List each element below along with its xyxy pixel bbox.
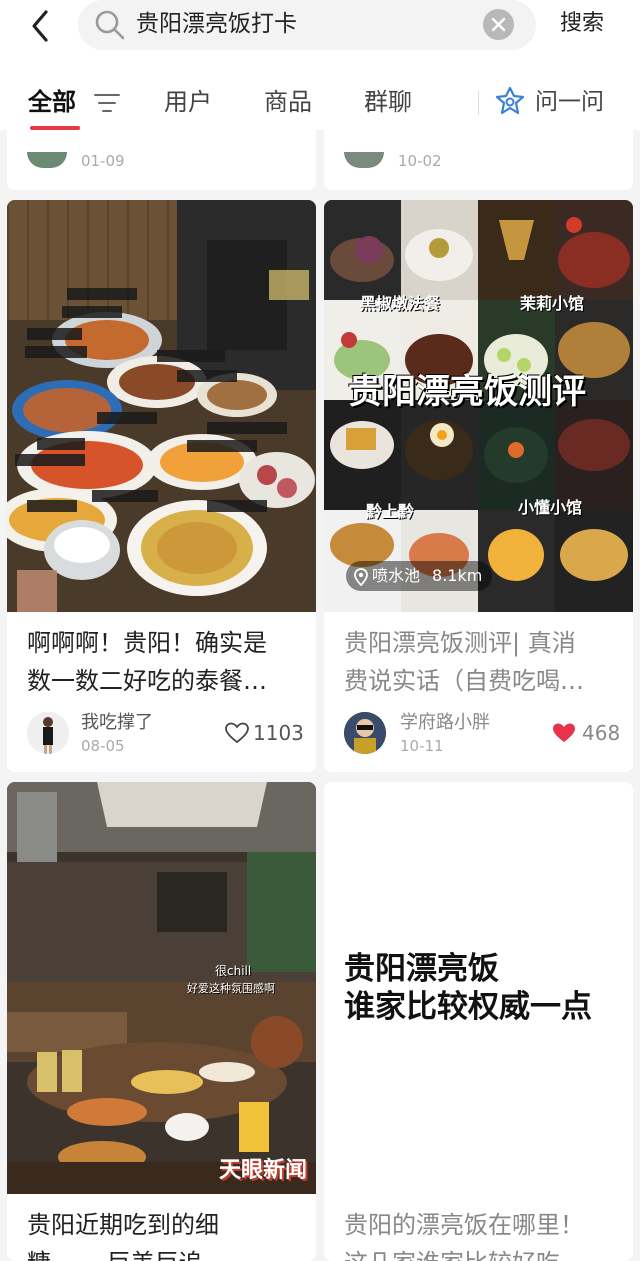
cover-label: 小懂小馆 [518, 498, 583, 517]
peek-card-left[interactable]: 01-09 [7, 130, 316, 190]
note-title-line: 糠…… 巨美巨追 [27, 1244, 300, 1261]
post-date: 08-05 [81, 737, 125, 755]
post-date: 01-09 [81, 152, 125, 170]
clear-search-button[interactable] [483, 9, 514, 40]
tab-divider [478, 91, 479, 115]
close-icon [491, 17, 506, 32]
note-title-line: 贵阳漂亮饭测评| 真消 [344, 629, 576, 657]
cover-overlay-title: 贵阳漂亮饭测评 [348, 372, 586, 412]
search-query-text: 贵阳漂亮饭打卡 [136, 11, 297, 37]
ask-button[interactable]: 问一问 [535, 82, 604, 122]
tab-group-chat[interactable]: 群聊 [364, 82, 412, 122]
location-pin-icon [354, 567, 368, 586]
top-bar: 贵阳漂亮饭打卡 搜索 全部 用户 商品 群聊 问一问 [0, 0, 640, 130]
like-count: 468 [582, 721, 621, 745]
cover-caption: 很chill [215, 964, 252, 978]
author-name[interactable]: 我吃撑了 [81, 712, 153, 734]
note-cover-image[interactable]: 贵阳漂亮饭测评 黑椒墩法餐 茉莉小馆 黔上黔 小懂小馆 [324, 200, 633, 612]
tab-users[interactable]: 用户 [164, 82, 212, 122]
cover-text-line: 谁家比较权威一点 [344, 989, 592, 1025]
note-title-line: 费说实话（自费吃喝… [344, 667, 584, 695]
author-name[interactable]: 学府路小胖 [400, 712, 490, 734]
note-cover-image[interactable]: 贵阳漂亮饭 谁家比较权威一点 [324, 782, 633, 1194]
peek-card-right[interactable]: 10-02 [324, 130, 633, 190]
cover-text-line: 贵阳漂亮饭 [344, 951, 499, 987]
tab-goods[interactable]: 商品 [264, 82, 312, 122]
like-heart-icon[interactable] [225, 722, 249, 744]
filter-icon[interactable] [94, 92, 120, 114]
note-card[interactable]: 贵阳漂亮饭 谁家比较权威一点 贵阳的漂亮饭在哪里！ 这几家谁家比较好吃 [324, 782, 633, 1261]
location-name: 喷水池 [372, 566, 421, 585]
food-photo [7, 200, 316, 612]
note-card[interactable]: 很chill 好爱这种氛围感啊 天眼新闻 贵阳近期吃到的细 糠…… 巨美巨追 [7, 782, 316, 1261]
search-icon [95, 10, 125, 40]
person-avatar-icon [344, 712, 386, 754]
note-title[interactable]: 贵阳漂亮饭测评| 真消 费说实话（自费吃喝… [344, 624, 617, 700]
note-title-line: 贵阳近期吃到的细 [27, 1211, 219, 1239]
search-button[interactable]: 搜索 [560, 6, 604, 42]
note-title-line: 贵阳的漂亮饭在哪里！ [344, 1211, 584, 1239]
avatar [27, 152, 67, 168]
note-title[interactable]: 贵阳的漂亮饭在哪里！ 这几家谁家比较好吃 [344, 1206, 617, 1261]
post-date: 10-11 [400, 737, 444, 755]
like-count: 1103 [253, 721, 304, 745]
cover-label: 黑椒墩法餐 [360, 294, 441, 313]
note-title-line: 啊啊啊！贵阳！确实是 [27, 629, 267, 657]
cover-text: 贵阳漂亮饭 谁家比较权威一点 [344, 950, 592, 1026]
note-title[interactable]: 啊啊啊！贵阳！确实是 数一数二好吃的泰餐… [27, 624, 300, 700]
result-tabs: 全部 用户 商品 群聊 问一问 [0, 82, 640, 130]
note-card[interactable]: 贵阳漂亮饭测评 黑椒墩法餐 茉莉小馆 黔上黔 小懂小馆 贵阳漂亮饭测评| 真消 … [324, 200, 633, 772]
avatar[interactable] [27, 712, 69, 754]
note-card[interactable]: 啊啊啊！贵阳！确实是 数一数二好吃的泰餐… 我吃撑了 08-05 1103 [7, 200, 316, 772]
note-cover-image[interactable]: 很chill 好爱这种氛围感啊 天眼新闻 [7, 782, 316, 1194]
cover-label: 黔上黔 [366, 502, 415, 521]
person-avatar-icon [27, 712, 69, 754]
location-distance: 8.1km [432, 566, 483, 585]
note-title[interactable]: 贵阳近期吃到的细 糠…… 巨美巨追 [27, 1206, 300, 1261]
post-date: 10-02 [398, 152, 442, 170]
avatar[interactable] [344, 712, 386, 754]
cover-caption: 好爱这种氛围感啊 [187, 982, 275, 995]
note-title-line: 数一数二好吃的泰餐… [27, 667, 267, 695]
note-title-line: 这几家谁家比较好吃 [344, 1244, 617, 1261]
tab-all[interactable]: 全部 [28, 82, 76, 122]
back-arrow-icon[interactable] [24, 6, 58, 46]
ask-sparkle-icon[interactable] [494, 86, 526, 118]
search-input[interactable]: 贵阳漂亮饭打卡 [78, 0, 536, 50]
note-cover-image[interactable] [7, 200, 316, 612]
cover-watermark: 天眼新闻 [219, 1158, 308, 1183]
cover-label: 茉莉小馆 [520, 294, 585, 313]
avatar [344, 152, 384, 168]
liked-heart-icon[interactable] [552, 722, 576, 744]
location-badge[interactable]: 喷水池 8.1km [346, 561, 493, 591]
